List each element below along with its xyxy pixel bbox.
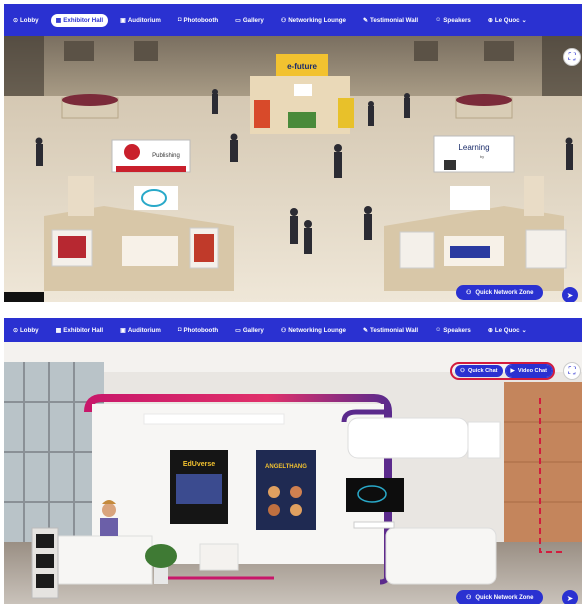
- nav-testimonial-wall[interactable]: ✎ Testimonial Wall: [358, 14, 423, 27]
- nav-auditorium-label: Auditorium: [127, 16, 161, 24]
- top-navbar: ⊙ Lobby ▦ Exhibitor Hall ▣ Auditorium ◘ Phot…: [4, 4, 582, 36]
- image-icon: ▭: [235, 17, 241, 24]
- screen-icon: ▣: [120, 17, 126, 24]
- nav-testimonial-wall-label: Testimonial Wall: [370, 16, 419, 24]
- person-icon: ☺: [435, 17, 442, 23]
- chevron-down-icon: ⌄: [521, 326, 527, 334]
- right-counter: [385, 527, 497, 585]
- video-chat-label: Video Chat: [517, 368, 547, 374]
- nav-testimonial-wall[interactable]: ✎ Testimonial Wall: [358, 324, 423, 337]
- poster-right-title: ANGELTHANG: [265, 464, 307, 470]
- nav-networking-lounge[interactable]: ⚇ Networking Lounge: [276, 324, 351, 337]
- nav-lobby[interactable]: ⊙ Lobby: [8, 14, 44, 27]
- user-name: Le Quoc: [494, 326, 520, 334]
- fullscreen-button[interactable]: ⛶: [563, 362, 581, 380]
- reception-desk: [55, 535, 153, 585]
- fullscreen-icon: ⛶: [568, 365, 576, 377]
- person-icon: ☺: [435, 327, 442, 333]
- nav-speakers[interactable]: ☺ Speakers: [430, 324, 476, 337]
- people-icon: ⚇: [466, 290, 472, 296]
- quick-network-zone-label: Quick Network Zone: [475, 289, 534, 296]
- nav-speakers-label: Speakers: [443, 16, 471, 24]
- video-chat-button[interactable]: ▶ Video Chat: [504, 364, 553, 378]
- nav-gallery-label: Gallery: [242, 326, 264, 334]
- nav-gallery[interactable]: ▭ Gallery: [230, 14, 269, 27]
- quick-network-zone-button[interactable]: ⚇ Quick Network Zone: [456, 285, 544, 300]
- nav-lobby[interactable]: ⊙ Lobby: [8, 324, 44, 337]
- send-arrow-icon: ➤: [566, 593, 574, 603]
- nav-networking-lounge-label: Networking Lounge: [288, 326, 346, 334]
- navigate-button[interactable]: ➤: [562, 590, 578, 604]
- video-camera-icon: ▶: [510, 368, 515, 374]
- quick-chat-button[interactable]: ⚇ Quick Chat: [455, 365, 503, 377]
- right-booth-brand: Learning: [458, 143, 489, 152]
- screen-icon: ▣: [120, 327, 126, 334]
- camera-icon: ◘: [177, 17, 182, 23]
- nav-networking-lounge[interactable]: ⚇ Networking Lounge: [276, 14, 351, 27]
- nav-photobooth[interactable]: ◘ Photobooth: [173, 324, 223, 337]
- booth-3d-scene[interactable]: EdUverse ANGELTHANG ⚇ Quick Chat ▶ Video…: [4, 342, 582, 604]
- poster-left[interactable]: EdUverse: [170, 450, 228, 524]
- navigate-button[interactable]: ➤: [562, 287, 578, 302]
- nav-auditorium[interactable]: ▣ Auditorium: [115, 324, 166, 337]
- nav-gallery[interactable]: ▭ Gallery: [230, 324, 269, 337]
- quick-network-zone-label: Quick Network Zone: [475, 594, 534, 601]
- exhibitor-hall-3d-scene[interactable]: e-future Publishing Learning by ⛶ ⚇ Quic…: [4, 36, 582, 302]
- globe-icon: ⊕: [487, 17, 493, 24]
- people-icon: ⚇: [466, 595, 472, 601]
- user-name: Le Quoc: [494, 16, 520, 24]
- user-menu[interactable]: ⊕ Le Quoc ⌄: [483, 324, 532, 337]
- grid-icon: ▦: [55, 17, 62, 24]
- nav-exhibitor-hall-label: Exhibitor Hall: [63, 326, 104, 334]
- nav-lobby-label: Lobby: [20, 16, 39, 24]
- chat-users-icon: ⚇: [460, 368, 466, 374]
- nav-testimonial-wall-label: Testimonial Wall: [370, 326, 419, 334]
- brochure-stand[interactable]: [31, 527, 59, 599]
- target-icon: ⊙: [13, 17, 19, 24]
- right-booth-sub: by: [480, 154, 484, 159]
- nav-speakers-label: Speakers: [443, 326, 471, 334]
- nav-photobooth-label: Photobooth: [183, 16, 219, 24]
- poster-right[interactable]: ANGELTHANG: [256, 450, 316, 530]
- exhibitor-hall-screenshot: ⊙ Lobby ▦ Exhibitor Hall ▣ Auditorium ◘ Phot…: [4, 4, 582, 302]
- image-icon: ▭: [235, 327, 241, 334]
- nav-exhibitor-hall[interactable]: ▦ Exhibitor Hall: [51, 324, 109, 337]
- fullscreen-button[interactable]: ⛶: [563, 48, 581, 66]
- quick-chat-label: Quick Chat: [468, 368, 498, 374]
- nav-auditorium[interactable]: ▣ Auditorium: [115, 14, 166, 27]
- nav-photobooth[interactable]: ◘ Photobooth: [173, 14, 223, 27]
- nav-networking-lounge-label: Networking Lounge: [288, 16, 346, 24]
- nav-exhibitor-hall-label: Exhibitor Hall: [63, 16, 104, 24]
- hall-illustration: e-future Publishing Learning by: [4, 36, 582, 302]
- booth-illustration: EdUverse ANGELTHANG: [4, 342, 582, 604]
- chat-actions-highlight: ⚇ Quick Chat ▶ Video Chat: [450, 362, 555, 380]
- globe-icon: ⊕: [487, 327, 493, 334]
- nav-lobby-label: Lobby: [20, 326, 39, 334]
- send-arrow-icon: ➤: [566, 290, 574, 300]
- user-menu[interactable]: ⊕ Le Quoc ⌄: [483, 14, 532, 27]
- nav-exhibitor-hall[interactable]: ▦ Exhibitor Hall: [50, 13, 109, 27]
- nav-speakers[interactable]: ☺ Speakers: [430, 14, 476, 27]
- quick-network-zone-button[interactable]: ⚇ Quick Network Zone: [456, 590, 544, 604]
- nav-auditorium-label: Auditorium: [127, 326, 161, 334]
- chevron-down-icon: ⌄: [521, 16, 527, 24]
- booth-view-screenshot: ⊙ Lobby ▦ Exhibitor Hall ▣ Auditorium ◘ Phot…: [4, 318, 582, 604]
- nav-gallery-label: Gallery: [242, 16, 264, 24]
- nav-photobooth-label: Photobooth: [183, 326, 219, 334]
- fullscreen-icon: ⛶: [568, 51, 576, 63]
- grid-icon: ▦: [55, 327, 62, 334]
- camera-icon: ◘: [177, 327, 182, 333]
- pencil-icon: ✎: [362, 17, 368, 24]
- poster-left-title: EdUverse: [183, 461, 215, 468]
- left-booth-brand: Publishing: [152, 153, 180, 159]
- pencil-icon: ✎: [362, 327, 368, 334]
- target-icon: ⊙: [13, 327, 19, 334]
- people-icon: ⚇: [280, 327, 287, 334]
- top-navbar: ⊙ Lobby ▦ Exhibitor Hall ▣ Auditorium ◘ Phot…: [4, 318, 582, 342]
- booth-video-screen[interactable]: [346, 478, 404, 512]
- center-booth-logo: e-future: [287, 62, 317, 71]
- people-icon: ⚇: [280, 17, 287, 24]
